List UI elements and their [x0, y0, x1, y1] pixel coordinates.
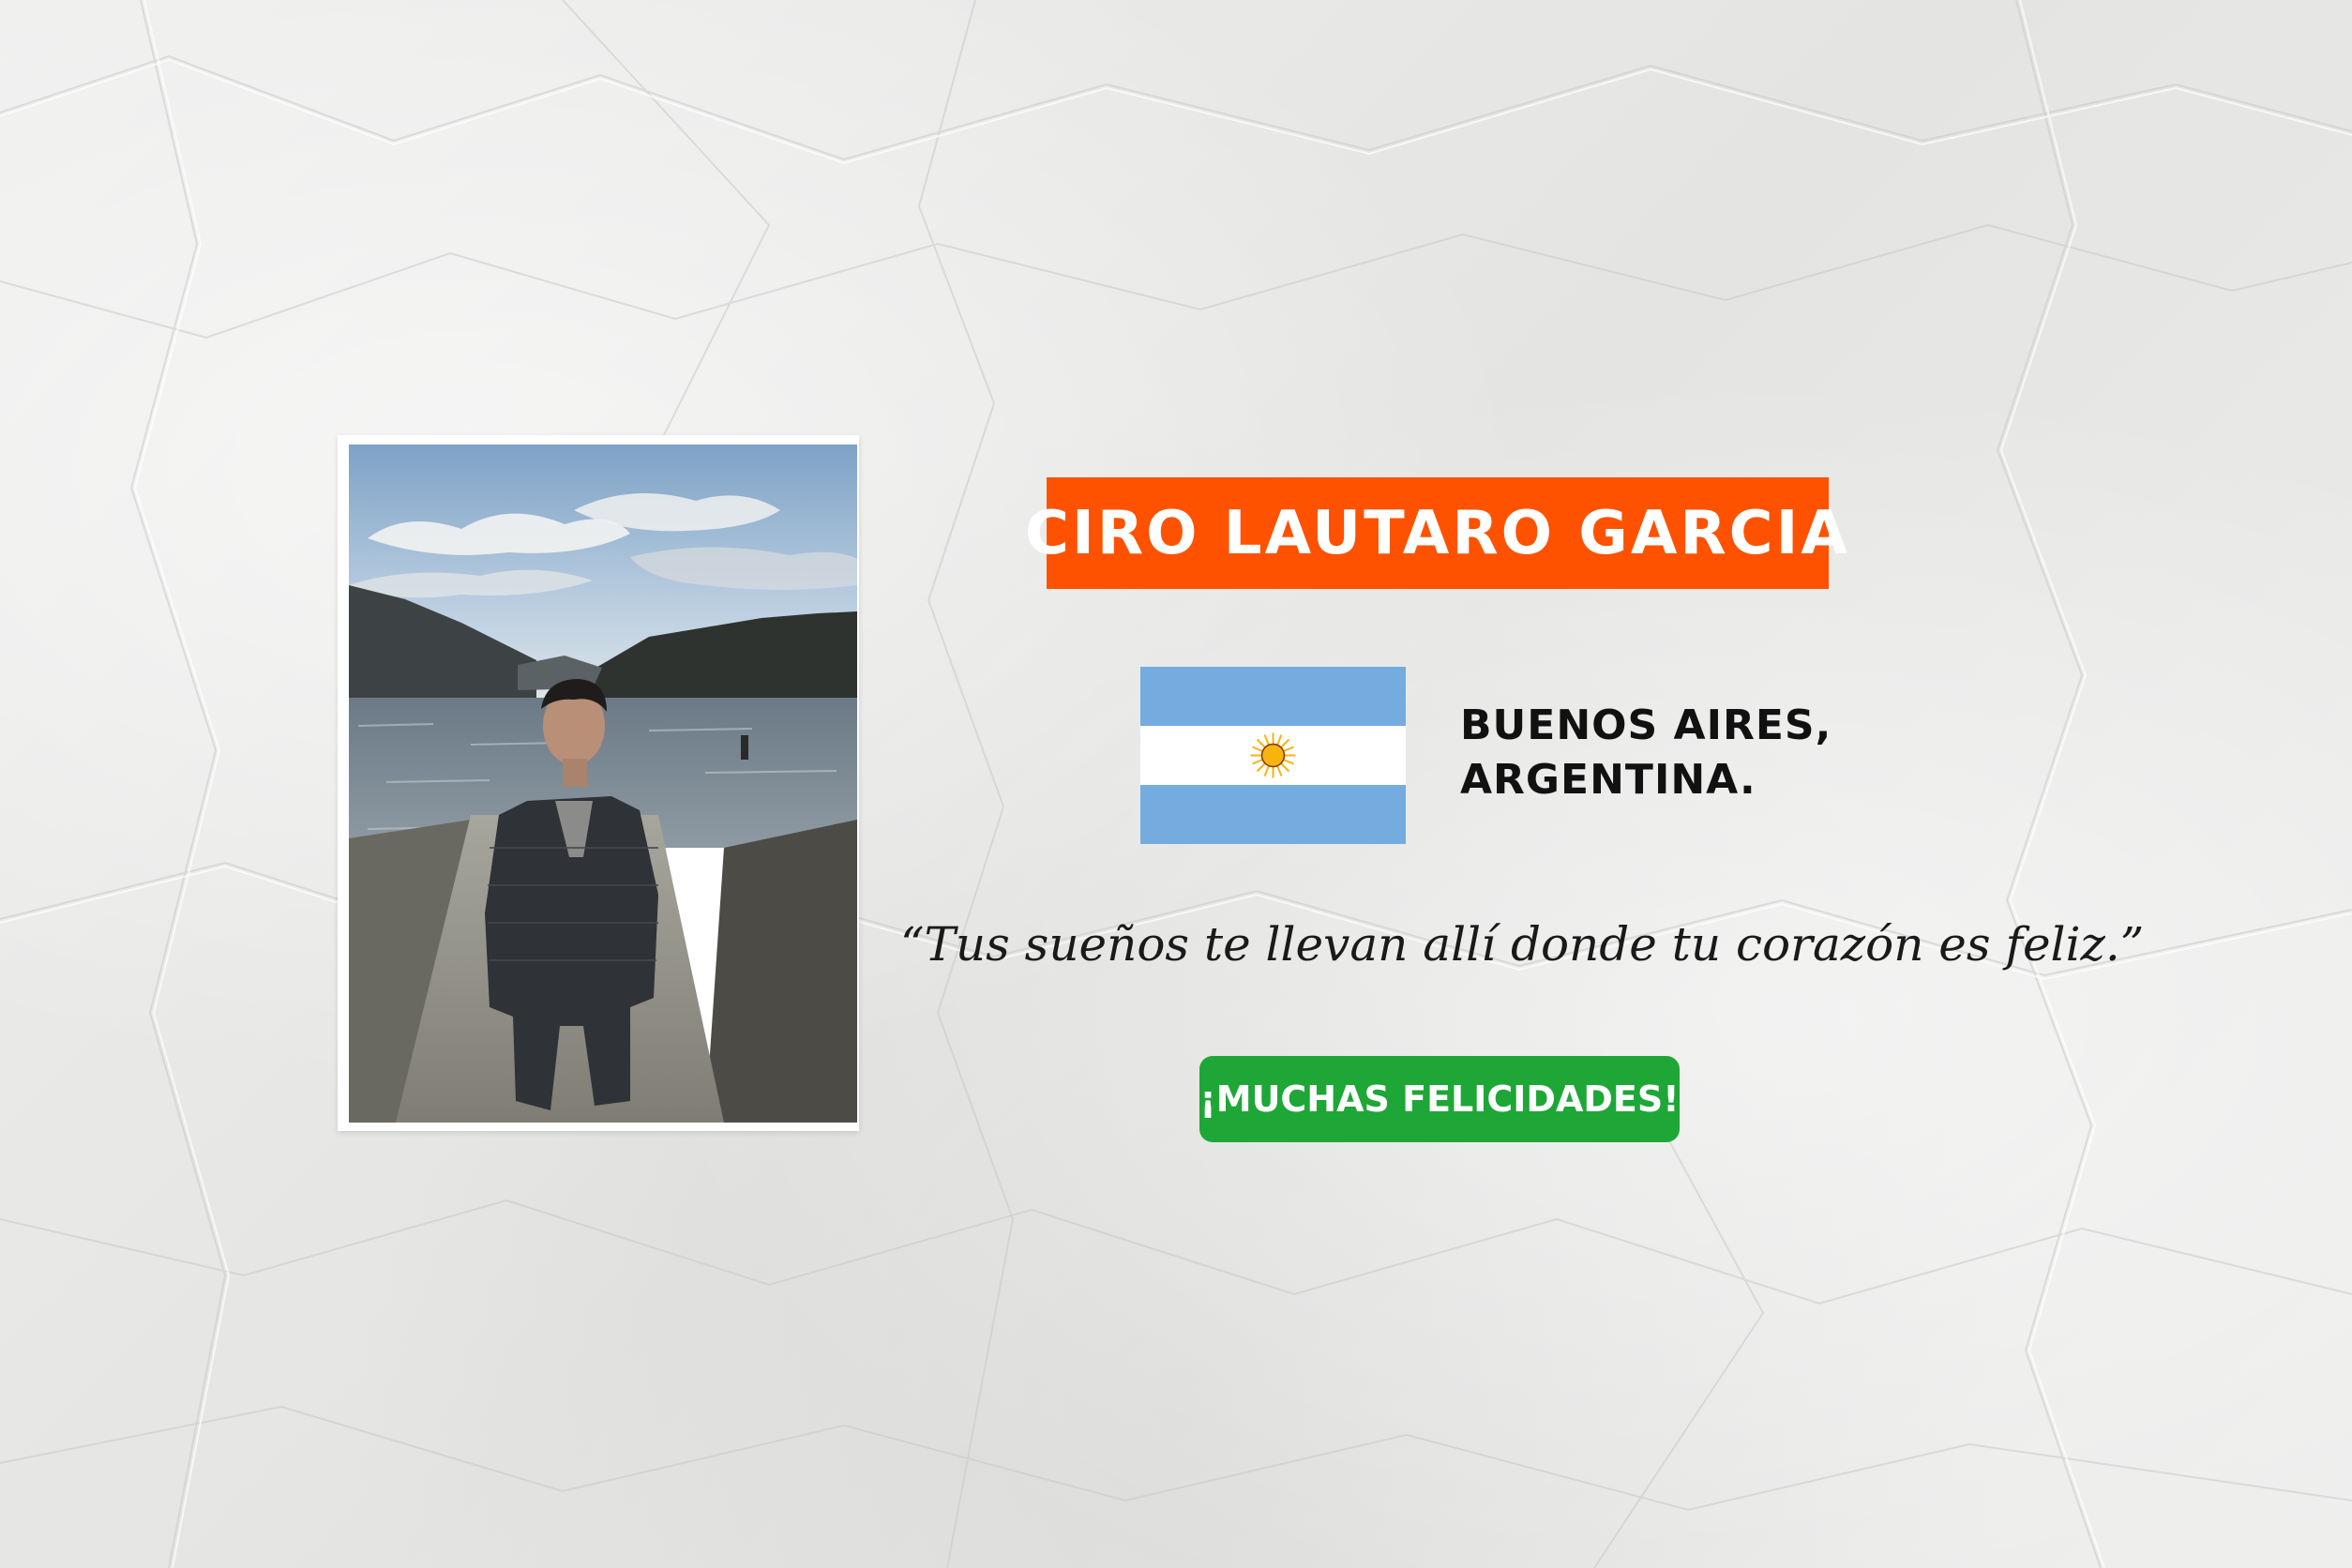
name-banner: CIRO LAUTARO GARCIA [1025, 477, 1847, 589]
photo-card [338, 435, 859, 1131]
congrats-text: ¡MUCHAS FELICIDADES! [1199, 1078, 1680, 1120]
argentina-flag-icon [1140, 667, 1406, 844]
location-country: ARGENTINA. [1460, 756, 1756, 804]
location-city: BUENOS AIRES, [1460, 701, 1832, 749]
person-name: CIRO LAUTARO GARCIA [1025, 498, 1850, 568]
congrats-badge: ¡MUCHAS FELICIDADES! [1199, 1056, 1680, 1142]
location: BUENOS AIRES, ARGENTINA. [1460, 699, 1854, 807]
portrait-photo [349, 445, 857, 1123]
quote-text: “Tus sueños te llevan allí donde tu cora… [900, 917, 2145, 972]
